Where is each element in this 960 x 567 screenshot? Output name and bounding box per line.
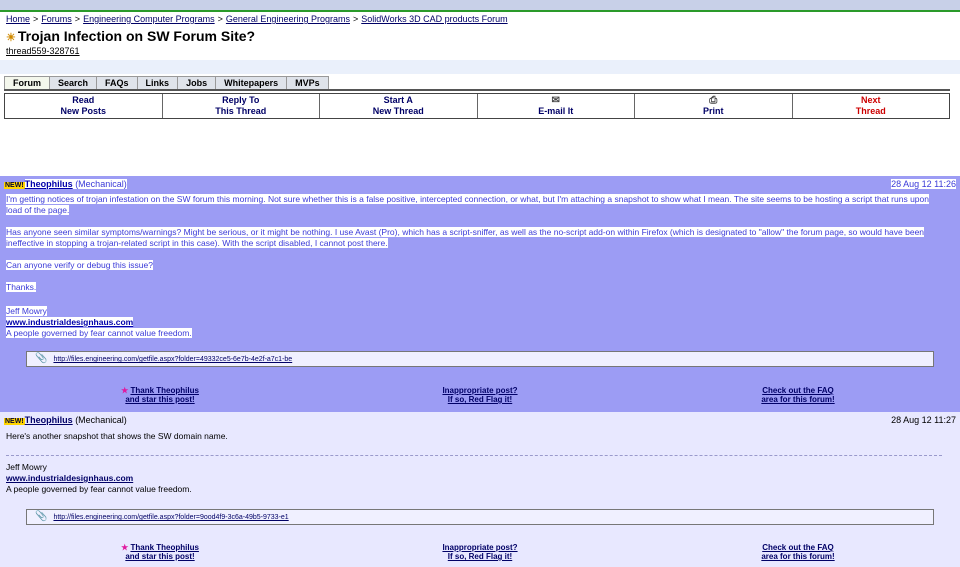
read-new-posts-button[interactable]: Read New Posts [5, 94, 163, 118]
post-date: 28 Aug 12 11:26 [891, 179, 956, 189]
start-label-2: New Thread [372, 106, 424, 116]
start-new-thread-button[interactable]: Start A New Thread [320, 94, 478, 118]
post-paragraph: I'm getting notices of trojan infestatio… [6, 194, 929, 215]
post-body: I'm getting notices of trojan infestatio… [6, 194, 942, 339]
forum-post-1: NEW!Theophilus (Mechanical) 28 Aug 12 11… [0, 176, 960, 412]
thank-link-1[interactable]: Thank Theophilus [130, 543, 198, 552]
thread-id-link[interactable]: thread559-328761 [6, 46, 80, 56]
forum-post-2: NEW!Theophilus (Mechanical) 28 Aug 12 11… [0, 412, 960, 567]
signature-url: www.industrialdesignhaus.com [6, 473, 942, 484]
faq-link-1[interactable]: Check out the FAQ [762, 386, 834, 395]
attachment-link[interactable]: http://files.engineering.com/getfile.asp… [53, 514, 288, 521]
reply-label-2: This Thread [215, 106, 267, 116]
thread-title: Trojan Infection on SW Forum Site? [17, 28, 256, 44]
reply-thread-button[interactable]: Reply To This Thread [163, 94, 320, 118]
print-button[interactable]: ⎙ Print [635, 94, 793, 118]
post-author-link[interactable]: Theophilus [25, 415, 73, 425]
paperclip-icon: 📎 [35, 511, 48, 522]
email-it-button[interactable]: ✉ E-mail It [478, 94, 635, 118]
breadcrumb-forums[interactable]: Forums [41, 14, 72, 24]
breadcrumb-separator: > [33, 14, 39, 24]
page-title: ☀ Trojan Infection on SW Forum Site? [6, 28, 255, 44]
flag-link-2[interactable]: If so, Red Flag it! [448, 395, 512, 404]
signature-link[interactable]: www.industrialdesignhaus.com [6, 473, 133, 483]
envelope-icon: ✉ [551, 95, 560, 106]
tab-mvps[interactable]: MVPs [286, 76, 329, 90]
breadcrumb-separator: > [74, 14, 81, 24]
breadcrumb-engineering-programs[interactable]: Engineering Computer Programs [83, 14, 215, 24]
breadcrumb-home[interactable]: Home [6, 14, 30, 24]
faq-link-2[interactable]: area for this forum! [761, 552, 834, 561]
post-author-role: (Mechanical) [75, 179, 127, 189]
post-paragraph: Thanks. [6, 282, 37, 292]
printer-icon: ⎙ [709, 95, 718, 106]
breadcrumb-general-programs[interactable]: General Engineering Programs [226, 14, 350, 24]
tab-whitepapers[interactable]: Whitepapers [215, 76, 288, 90]
post-paragraph: Here's another snapshot that shows the S… [6, 431, 228, 441]
tab-forum[interactable]: Forum [4, 76, 50, 90]
faq-link-2[interactable]: area for this forum! [761, 395, 834, 404]
thank-star-link[interactable]: ★ Thank Theophilus and star this post! [95, 543, 225, 561]
signature-name: Jeff Mowry [6, 462, 47, 472]
tab-jobs[interactable]: Jobs [177, 76, 217, 90]
signature-name: Jeff Mowry [6, 306, 47, 316]
thank-link-2[interactable]: and star this post! [125, 395, 194, 404]
breadcrumb-separator: > [352, 14, 359, 24]
tab-faqs[interactable]: FAQs [96, 76, 138, 90]
post-header: NEW!Theophilus (Mechanical) [4, 415, 127, 425]
print-label: Print [702, 106, 724, 116]
read-label-2: New Posts [60, 106, 106, 116]
attachment-box: 📎 http://files.engineering.com/getfile.as… [26, 509, 934, 525]
thread-actions-bar: Read New Posts Reply To This Thread Star… [4, 93, 950, 119]
faq-link[interactable]: Check out the FAQ area for this forum! [738, 386, 858, 404]
top-bar [0, 0, 960, 12]
signature-quote: A people governed by fear cannot value f… [6, 484, 192, 494]
paperclip-icon: 📎 [35, 353, 48, 364]
breadcrumb-separator: > [217, 14, 223, 24]
post-paragraph: Has anyone seen similar symptoms/warning… [6, 227, 925, 248]
post-header: NEW!Theophilus (Mechanical) [4, 179, 127, 189]
post-author-link[interactable]: Theophilus [25, 179, 73, 189]
red-flag-link[interactable]: Inappropriate post? If so, Red Flag it! [420, 386, 540, 404]
post-date: 28 Aug 12 11:27 [891, 415, 956, 425]
flag-link-1[interactable]: Inappropriate post? [442, 543, 517, 552]
start-label-1: Start A [383, 95, 413, 105]
attachment-link[interactable]: http://files.engineering.com/getfile.asp… [53, 356, 292, 363]
faq-link[interactable]: Check out the FAQ area for this forum! [738, 543, 858, 561]
thank-link-2[interactable]: and star this post! [125, 552, 194, 561]
thank-star-link[interactable]: ★ Thank Theophilus and star this post! [95, 386, 225, 404]
faq-link-1[interactable]: Check out the FAQ [762, 543, 834, 552]
post-author-role: (Mechanical) [75, 415, 127, 425]
post-paragraph: Can anyone verify or debug this issue? [6, 260, 153, 270]
signature-quote: A people governed by fear cannot value f… [6, 328, 192, 338]
thank-link-1[interactable]: Thank Theophilus [130, 386, 198, 395]
next-thread-button[interactable]: Next Thread [793, 94, 950, 118]
tab-search[interactable]: Search [49, 76, 98, 90]
new-badge-icon: NEW! [4, 182, 25, 189]
signature-divider [6, 455, 942, 456]
attachment-box: 📎 http://files.engineering.com/getfile.as… [26, 351, 934, 367]
star-icon: ★ [121, 386, 129, 395]
next-label-2: Thread [855, 106, 886, 116]
flag-link-1[interactable]: Inappropriate post? [442, 386, 517, 395]
signature-url: www.industrialdesignhaus.com [6, 317, 942, 328]
tab-divider [4, 89, 950, 91]
new-badge-icon: NEW! [4, 418, 25, 425]
read-label-1: Read [72, 95, 95, 105]
next-label-1: Next [860, 95, 881, 105]
flag-link-2[interactable]: If so, Red Flag it! [448, 552, 512, 561]
post-body: Here's another snapshot that shows the S… [6, 431, 942, 495]
email-label: E-mail It [538, 106, 574, 116]
breadcrumb-solidworks-forum[interactable]: SolidWorks 3D CAD products Forum [361, 14, 507, 24]
breadcrumb: Home > Forums > Engineering Computer Program… [6, 14, 508, 24]
star-icon: ★ [121, 543, 129, 552]
signature-link[interactable]: www.industrialdesignhaus.com [6, 317, 133, 327]
header-band [0, 60, 960, 74]
lightbulb-icon: ☀ [6, 32, 16, 44]
red-flag-link[interactable]: Inappropriate post? If so, Red Flag it! [420, 543, 540, 561]
tab-links[interactable]: Links [136, 76, 179, 90]
reply-label-1: Reply To [222, 95, 260, 105]
nav-tabs: Forum Search FAQs Links Jobs Whitepapers… [4, 76, 329, 90]
